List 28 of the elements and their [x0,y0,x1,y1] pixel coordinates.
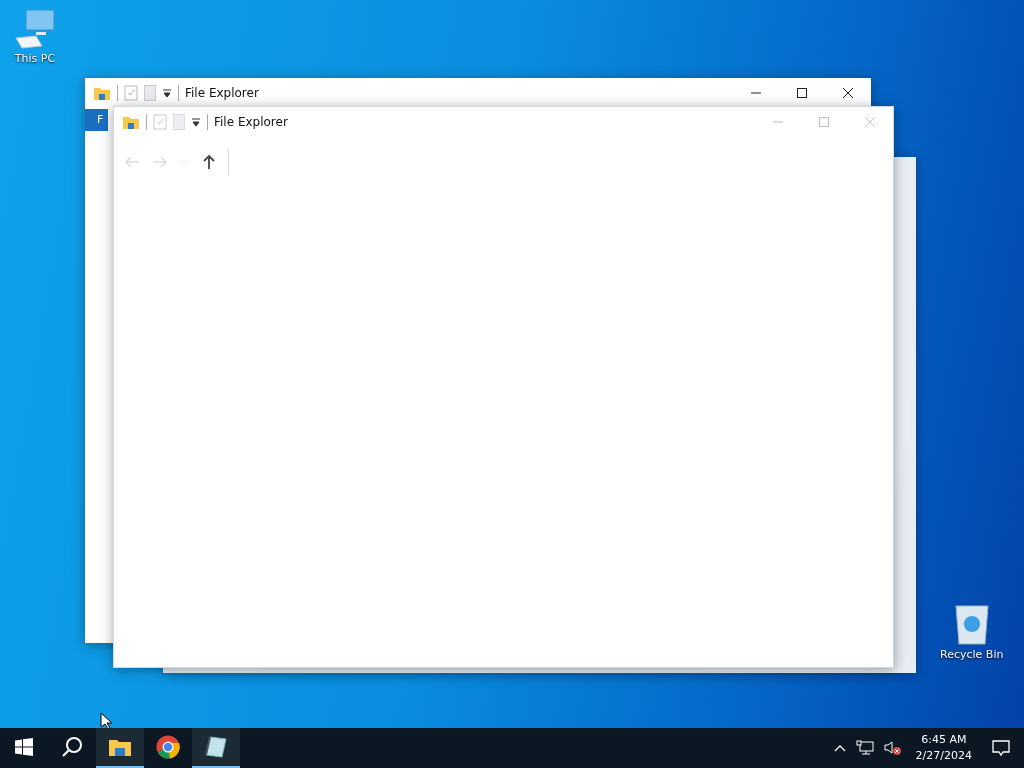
dropdown-icon[interactable] [191,117,201,127]
network-icon[interactable] [855,740,874,756]
folder-icon [108,737,132,757]
notifications-icon[interactable] [992,739,1010,757]
muted-speaker-icon[interactable] [883,740,902,756]
search-icon[interactable] [61,736,83,758]
clock-time[interactable]: 6:45 AM [921,732,967,748]
window-title: File Explorer [185,86,259,100]
maximize-icon[interactable] [796,87,808,99]
folder-icon [93,85,111,101]
clock-date[interactable]: 2/27/2024 [915,748,972,764]
folder-icon [122,114,140,130]
notepad-icon [204,735,228,759]
windows-logo-icon[interactable] [15,738,33,756]
desktop-icon-label[interactable]: Recycle Bin [940,648,1004,661]
window-title: File Explorer [214,115,288,129]
checkbox-icon[interactable] [124,85,138,101]
up-arrow-icon[interactable] [202,154,216,170]
dropdown-icon[interactable] [162,88,172,98]
computer-icon[interactable] [12,8,58,50]
taskbar-app-button[interactable] [96,728,144,768]
taskbar-app-button[interactable] [192,728,240,768]
chevron-up-icon[interactable] [833,744,846,752]
browser-icon [156,735,180,759]
mouse-pointer-icon [100,712,112,728]
ribbon-tab[interactable]: F [85,109,109,131]
checkbox-icon[interactable] [153,114,167,130]
close-icon[interactable] [842,87,854,99]
